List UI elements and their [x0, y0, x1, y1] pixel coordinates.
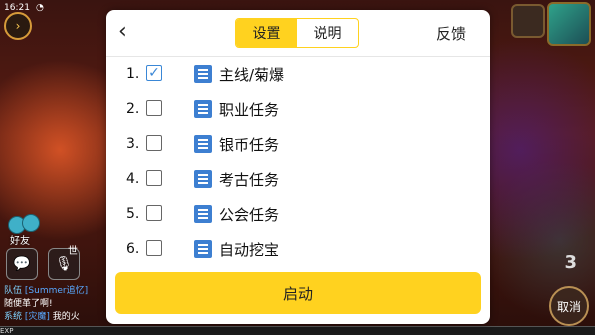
task-index: 4.: [126, 171, 140, 187]
player-avatar[interactable]: [547, 2, 591, 46]
side-menu-button[interactable]: ›: [4, 12, 32, 40]
task-name: 自动挖宝: [219, 241, 280, 259]
exp-label: EXP: [0, 327, 14, 335]
list-icon: [194, 170, 212, 188]
task-checkbox[interactable]: [146, 240, 162, 256]
task-index: 1.: [126, 66, 140, 82]
checkmark-icon: ✓: [148, 65, 160, 81]
game-buff-icon: [511, 4, 545, 38]
task-row: 4. 考古任务: [106, 163, 490, 197]
chat-bubble-icon[interactable]: 💬: [6, 248, 38, 280]
task-index: 6.: [126, 241, 140, 257]
list-icon: [194, 135, 212, 153]
task-row: 5. 公会任务: [106, 198, 490, 232]
task-row: 3. 银币任务: [106, 128, 490, 162]
task-checkbox[interactable]: [146, 205, 162, 221]
list-icon: [194, 100, 212, 118]
settings-dialog: ‹ 设置 说明 反馈 1. ✓ 主线/菊爆 2. 职业任务 3. 银币任务 4.: [106, 10, 490, 324]
tab-settings[interactable]: 设置: [236, 19, 297, 47]
task-index: 2.: [126, 101, 140, 117]
chevron-left-icon[interactable]: ‹: [118, 20, 142, 44]
chat-line: 随便革了啊!: [4, 299, 53, 309]
chat-line: 队伍 [Summer追忆]: [4, 286, 89, 296]
cancel-button[interactable]: 取消: [549, 286, 589, 326]
task-name: 银币任务: [219, 136, 280, 154]
task-index: 5.: [126, 206, 140, 222]
task-name: 考古任务: [219, 171, 280, 189]
task-checkbox[interactable]: [146, 100, 162, 116]
feedback-link[interactable]: 反馈: [436, 23, 466, 44]
task-name: 主线/菊爆: [219, 66, 285, 84]
chat-line: 系统 [灾魔] 我的火: [4, 312, 80, 322]
task-row: 6. 自动挖宝: [106, 233, 490, 267]
task-row: 1. ✓ 主线/菊爆: [106, 58, 490, 92]
world-channel-label: 世: [68, 246, 78, 257]
list-icon: [194, 205, 212, 223]
task-row: 2. 职业任务: [106, 93, 490, 127]
task-name: 职业任务: [219, 101, 280, 119]
exp-bar: EXP: [0, 326, 595, 335]
tab-switcher: 设置 说明: [235, 18, 359, 48]
task-checkbox[interactable]: ✓: [146, 65, 162, 81]
side-counter: 3: [564, 252, 577, 273]
dialog-header: ‹ 设置 说明 反馈: [106, 10, 490, 57]
list-icon: [194, 240, 212, 258]
task-checkbox[interactable]: [146, 170, 162, 186]
task-checkbox[interactable]: [146, 135, 162, 151]
friends-label: 好友: [10, 236, 30, 247]
list-icon: [194, 65, 212, 83]
chat-log: 队伍 [Summer追忆] 随便革了啊! 系统 [灾魔] 我的火: [4, 285, 88, 324]
start-button[interactable]: 启动: [115, 272, 481, 314]
wifi-icon: ◔: [35, 3, 44, 13]
task-name: 公会任务: [219, 206, 280, 224]
task-index: 3.: [126, 136, 140, 152]
tab-instructions[interactable]: 说明: [297, 19, 358, 47]
